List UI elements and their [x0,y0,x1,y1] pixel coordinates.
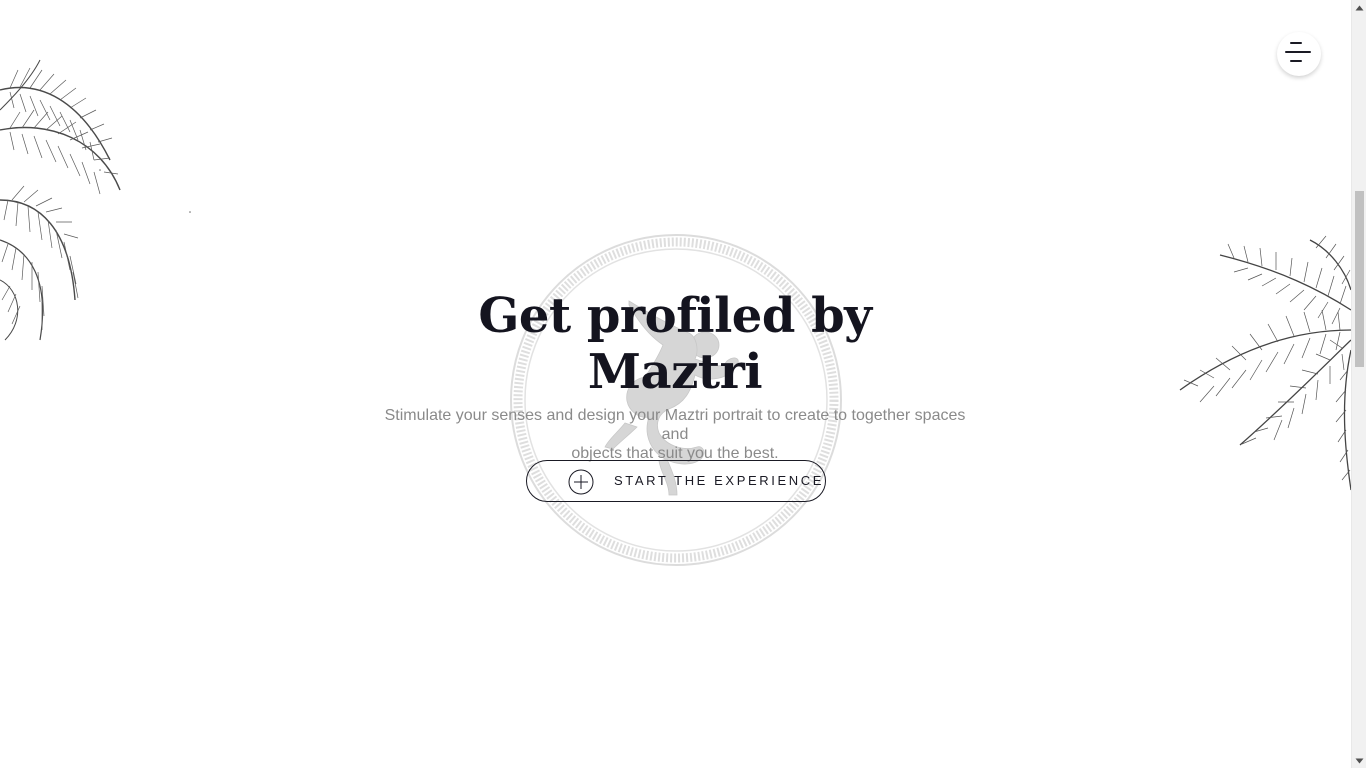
right-palm-illustration [1179,235,1351,491]
scrollbar-thumb[interactable] [1355,191,1364,367]
start-experience-label: START THE EXPERIENCE [614,473,824,488]
vertical-scrollbar[interactable] [1351,0,1366,768]
page-subtitle-line1: Stimulate your senses and design your Ma… [384,407,966,443]
page-title-line1: Get profiled by [478,288,872,344]
scroll-down-arrow-icon[interactable] [1352,753,1366,768]
plus-circle-icon [568,469,594,495]
dancer-medallion-illustration [510,234,842,566]
page-title-line2: Maztri [587,344,763,400]
left-palm-illustration [0,59,191,341]
page-subtitle: Stimulate your senses and design your Ma… [380,406,970,463]
start-experience-button[interactable]: START THE EXPERIENCE [526,460,826,502]
scroll-up-arrow-icon[interactable] [1352,0,1366,15]
page-title: Get profiled by Maztri [375,288,975,400]
menu-button[interactable] [1277,32,1321,76]
page: Get profiled by Maztri Stimulate your se… [0,0,1351,768]
